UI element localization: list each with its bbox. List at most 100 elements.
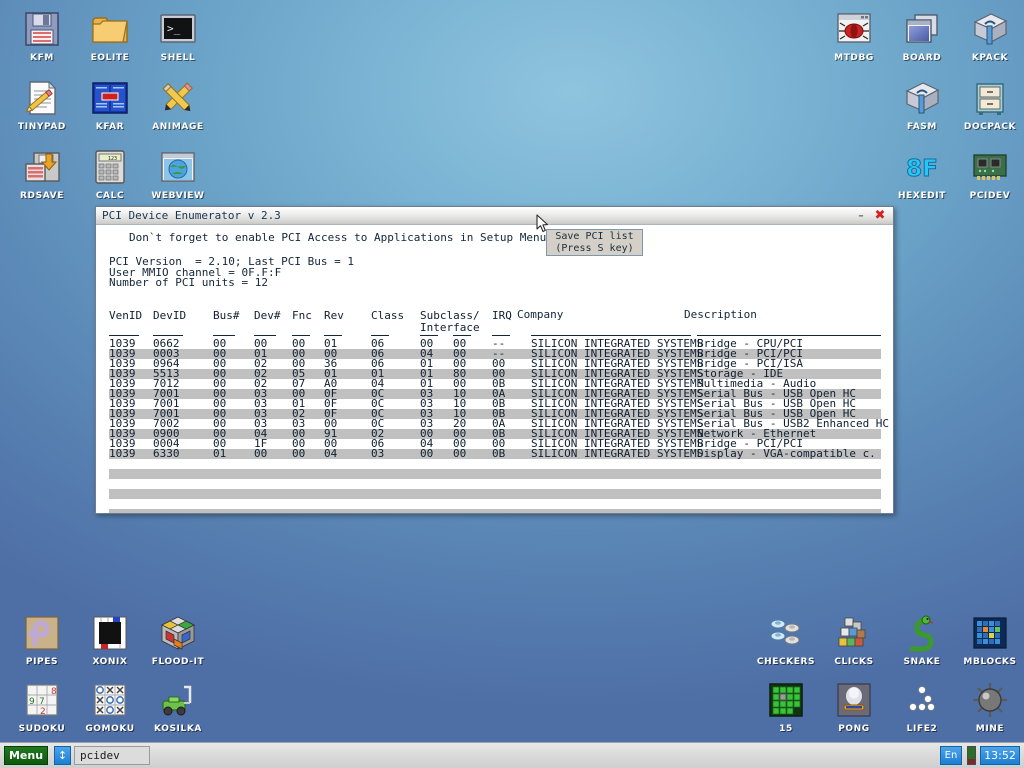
mine-bomb-icon <box>969 679 1011 721</box>
rubik-cube-icon <box>157 612 199 654</box>
file-manager-icon <box>89 77 131 119</box>
empty-row <box>109 469 881 479</box>
desktop-icon-clicks[interactable]: CLICKS <box>820 612 888 668</box>
desktop-icon-fasm[interactable]: FASM <box>888 77 956 133</box>
desktop-icon-kfar[interactable]: KFAR <box>76 77 144 133</box>
taskbar: Menu ↕ pcidev En 13:52 <box>0 742 1024 768</box>
desktop-icon-sudoku[interactable]: 8972SUDOKU <box>8 679 76 735</box>
minimize-button[interactable]: – <box>854 209 868 223</box>
table-body: 1039066200000001060000--SILICON INTEGRAT… <box>109 339 881 459</box>
desktop-icon-eolite[interactable]: EOLITE <box>76 8 144 64</box>
clock-display[interactable]: 13:52 <box>980 746 1020 765</box>
xonix-game-icon <box>89 612 131 654</box>
terminal-icon: >_ <box>157 8 199 50</box>
col-header-description: Description <box>684 310 757 321</box>
debugger-bug-icon <box>833 8 875 50</box>
desktop-icon-kosilka[interactable]: KOSILKA <box>144 679 212 735</box>
desktop-icon-webview[interactable]: WEBVIEW <box>144 146 212 202</box>
desktop-icon-kpack[interactable]: KPACK <box>956 8 1024 64</box>
start-menu-button[interactable]: Menu <box>4 746 48 765</box>
hex-8f-icon: 8F <box>901 146 943 188</box>
svg-text:7: 7 <box>39 697 45 707</box>
lawnmower-icon <box>157 679 199 721</box>
desktop-icon-label: KPACK <box>956 53 1024 64</box>
desktop-icon-mine[interactable]: MINE <box>956 679 1024 735</box>
desktop-icon-mtdbg[interactable]: MTDBG <box>820 8 888 64</box>
desktop-icon-flood-it[interactable]: FLOOD-IT <box>144 612 212 668</box>
desktop-icon-xonix[interactable]: XONIX <box>76 612 144 668</box>
svg-text:8F: 8F <box>906 156 938 182</box>
desktop-icon-pipes[interactable]: PIPES <box>8 612 76 668</box>
col-header-venid: VenID <box>109 310 142 322</box>
desktop-icon-calc[interactable]: 123 CALC <box>76 146 144 202</box>
cell-description: Display - VGA-compatible c. <box>697 449 876 459</box>
desktop-icon-life2[interactable]: LIFE2 <box>888 679 956 735</box>
table-header-rule-segment <box>109 335 139 336</box>
cell-venid: 1039 <box>109 449 136 459</box>
svg-text:2: 2 <box>40 707 46 717</box>
cell-interface: 00 <box>453 449 466 459</box>
assembler-icon <box>901 77 943 119</box>
pci-device-enumerator-window[interactable]: PCI Device Enumerator v 2.3 – ✖ Don`t fo… <box>95 206 894 514</box>
desktop-icon-shell[interactable]: >_SHELL <box>144 8 212 64</box>
close-button[interactable]: ✖ <box>873 209 887 223</box>
desktop-icon-label: XONIX <box>76 657 144 668</box>
col-header-fnc: Fnc <box>292 310 312 322</box>
window-titlebar[interactable]: PCI Device Enumerator v 2.3 – ✖ <box>96 207 893 225</box>
packer-icon <box>969 8 1011 50</box>
table-header-rule-segment <box>371 335 389 336</box>
table-header-rule-segment <box>324 335 342 336</box>
table-header-rule-segment <box>292 335 310 336</box>
sudoku-grid-icon: 8972 <box>21 679 63 721</box>
table-header-rule-segment <box>420 335 438 336</box>
desktop-icon-label: PCIDEV <box>956 191 1024 202</box>
desktop-icon-rdsave[interactable]: RDSAVE <box>8 146 76 202</box>
desktop-icon-kfm[interactable]: KFM <box>8 8 76 64</box>
desktop-icon-label: PONG <box>820 724 888 735</box>
desktop-icon-pcidev[interactable]: PCIDEV <box>956 146 1024 202</box>
empty-row <box>109 509 881 513</box>
table-header-rule-segment <box>453 335 471 336</box>
desktop-icon-checkers[interactable]: CHECKERS <box>752 612 820 668</box>
desktop-icon-gomoku[interactable]: GOMOKU <box>76 679 144 735</box>
col-header-class: Class <box>371 310 404 322</box>
desktop-icon-label: 15 <box>752 724 820 735</box>
table-row[interactable]: 10396330010000040300000BSILICON INTEGRAT… <box>109 449 881 459</box>
col-header-bus: Bus# <box>213 310 240 322</box>
table-header-rule-segment <box>697 335 881 336</box>
desktop-icon-tinypad[interactable]: TINYPAD <box>8 77 76 133</box>
window-order-toggle-icon[interactable]: ↕ <box>54 746 71 765</box>
cell-class: 03 <box>371 449 384 459</box>
desktop-icon-board[interactable]: BOARD <box>888 8 956 64</box>
desktop-icon-label: CALC <box>76 191 144 202</box>
desktop-icon-mblocks[interactable]: MBLOCKS <box>956 612 1024 668</box>
taskbar-item-pcidev[interactable]: pcidev <box>74 746 150 765</box>
desktop-icon-label: LIFE2 <box>888 724 956 735</box>
table-header-rule-segment <box>254 335 276 336</box>
desktop-icon-15[interactable]: 15 <box>752 679 820 735</box>
desktop-icon-label: SNAKE <box>888 657 956 668</box>
col-header-dev: Dev# <box>254 310 281 322</box>
desktop-icon-label: BOARD <box>888 53 956 64</box>
table-header-rule-segment <box>213 335 235 336</box>
col-header-devid: DevID <box>153 310 186 322</box>
table-header-rule-segment <box>153 335 183 336</box>
folder-icon <box>89 8 131 50</box>
desktop-icon-pong[interactable]: PONG <box>820 679 888 735</box>
desktop-icon-label: MTDBG <box>820 53 888 64</box>
empty-row <box>109 489 881 499</box>
pci-device-table[interactable]: 1039066200000001060000--SILICON INTEGRAT… <box>109 333 881 513</box>
language-indicator-button[interactable]: En <box>940 746 962 765</box>
desktop-icon-animage[interactable]: ANIMAGE <box>144 77 212 133</box>
desktop-icon-label: PIPES <box>8 657 76 668</box>
desktop-icon-label: MBLOCKS <box>956 657 1024 668</box>
desktop-icon-docpack[interactable]: DOCPACK <box>956 77 1024 133</box>
desktop-icon-snake[interactable]: SNAKE <box>888 612 956 668</box>
notepad-pencil-icon <box>21 77 63 119</box>
cell-bus: 01 <box>213 449 226 459</box>
svg-text:123: 123 <box>108 156 117 162</box>
cell-fnc: 00 <box>292 449 305 459</box>
svg-text:8: 8 <box>51 687 57 697</box>
pipes-game-icon <box>21 612 63 654</box>
desktop-icon-hexedit[interactable]: 8FHEXEDIT <box>888 146 956 202</box>
